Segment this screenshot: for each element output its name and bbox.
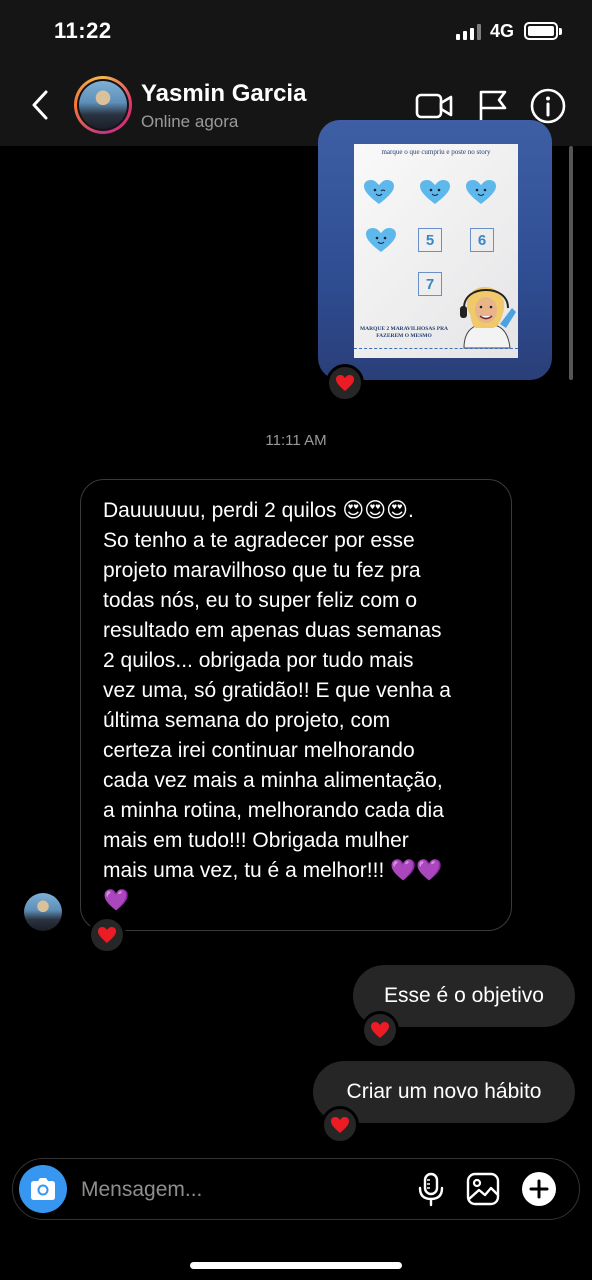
received-message-bubble[interactable]: Dauuuuuu, perdi 2 quilos 😍😍😍. So tenho a…	[80, 479, 512, 931]
day-cell: 7	[418, 272, 442, 296]
scrollbar[interactable]	[569, 146, 573, 380]
message-input[interactable]	[81, 1176, 381, 1204]
heart-reaction[interactable]	[326, 364, 364, 402]
gallery-icon[interactable]	[465, 1171, 501, 1207]
message-timestamp: 11:11 AM	[265, 432, 327, 449]
heart-icon	[336, 375, 354, 391]
day-cell: 5	[418, 228, 442, 252]
home-indicator[interactable]	[190, 1262, 402, 1269]
caricature-illustration	[460, 286, 516, 349]
contact-avatar[interactable]	[74, 76, 132, 134]
camera-icon	[31, 1178, 55, 1200]
back-arrow-icon[interactable]	[26, 88, 56, 122]
heart-icon	[98, 927, 116, 943]
image-message[interactable]: marque o que cumpriu e poste no story 5 …	[318, 120, 552, 380]
microphone-icon[interactable]	[413, 1171, 449, 1207]
contact-status: Online agora	[141, 112, 239, 131]
status-time: 11:22	[54, 18, 112, 43]
blue-heart-icon	[364, 226, 398, 254]
heart-icon	[371, 1022, 389, 1038]
network-type: 4G	[490, 21, 515, 41]
heart-reaction[interactable]	[361, 1011, 399, 1049]
heart-icon	[331, 1117, 349, 1133]
sheet-divider	[354, 348, 518, 349]
blue-heart-icon	[362, 178, 396, 206]
day-cell: 6	[470, 228, 494, 252]
sheet-caption: marque o que cumpriu e poste no story	[381, 148, 491, 156]
heart-reaction[interactable]	[321, 1106, 359, 1144]
sender-avatar[interactable]	[24, 893, 62, 931]
blue-heart-icon	[464, 178, 498, 206]
challenge-sheet-image: marque o que cumpriu e poste no story 5 …	[354, 144, 518, 358]
contact-name[interactable]: Yasmin Garcia	[141, 80, 306, 108]
camera-button[interactable]	[19, 1165, 67, 1213]
status-bar: 11:22 4G	[0, 0, 592, 64]
signal-icon	[456, 24, 481, 40]
received-message-text: Dauuuuuu, perdi 2 quilos 😍😍😍. So tenho a…	[103, 499, 451, 912]
blue-heart-icon	[418, 178, 452, 206]
chat-screen: 11:22 4G Yasmin Garcia Online agora marq…	[0, 0, 592, 1280]
sheet-footer: MARQUE 2 MARAVILHOSAS PRA FAZEREM O MESM…	[359, 326, 449, 339]
heart-reaction[interactable]	[88, 916, 126, 954]
message-composer	[12, 1158, 580, 1220]
battery-icon	[524, 22, 562, 40]
add-icon[interactable]	[521, 1171, 557, 1207]
